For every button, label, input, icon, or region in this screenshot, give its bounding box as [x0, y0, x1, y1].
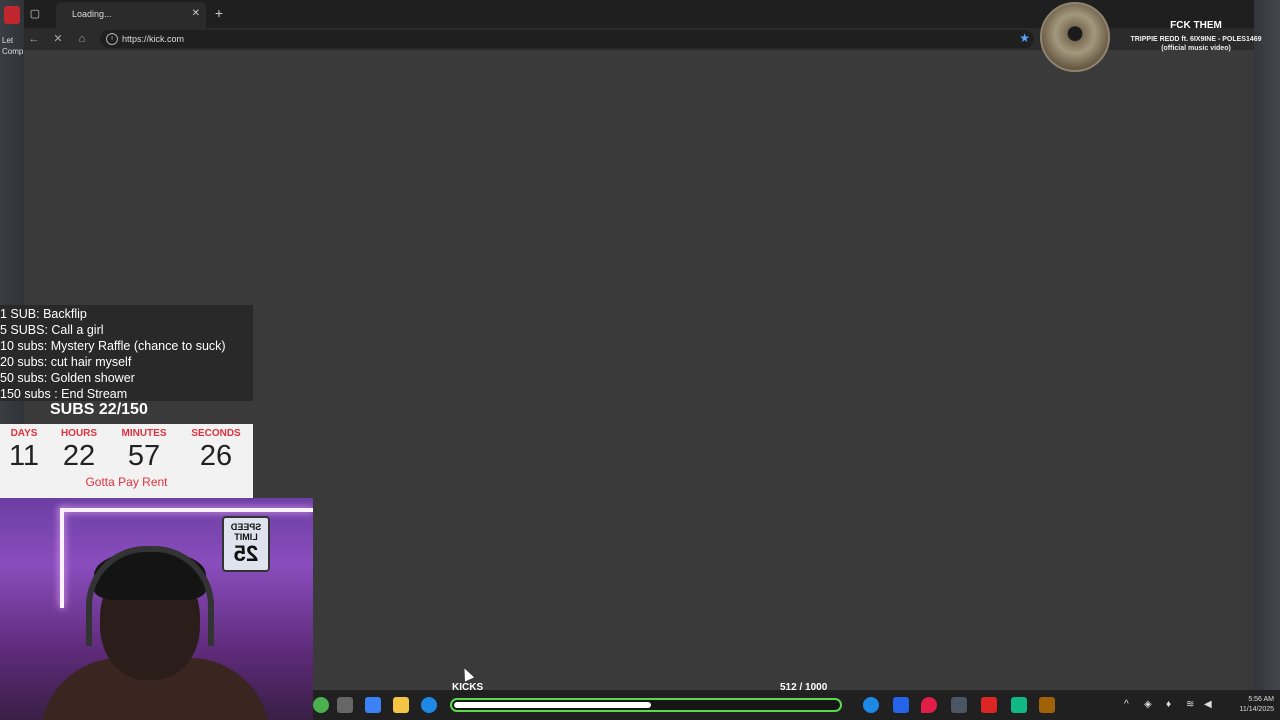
wifi-icon[interactable]: ≋ — [1186, 699, 1194, 710]
kicks-goal-label: KICKS — [452, 682, 484, 693]
sub-goals-list: 1 SUB: Backflip 5 SUBS: Call a girl 10 s… — [0, 305, 253, 401]
app-icon — [4, 6, 20, 24]
app-icon[interactable] — [951, 697, 967, 713]
minutes-value: 57 — [127, 440, 161, 472]
days-label: DAYS — [10, 428, 38, 439]
edge-icon[interactable] — [421, 697, 437, 713]
stop-icon[interactable]: ✕ — [50, 31, 66, 47]
sign-number: 25 — [233, 541, 259, 566]
new-tab-button[interactable]: + — [210, 4, 228, 22]
address-bar[interactable]: i https://kick.com ★ — [100, 30, 1034, 48]
home-icon[interactable]: ⌂ — [74, 31, 90, 47]
countdown-seconds: SECONDS 26 — [185, 428, 247, 472]
tab-loading[interactable]: Loading... ✕ — [56, 2, 206, 28]
app-icon[interactable] — [1011, 697, 1027, 713]
desktop-shortcut-label-2: Comp — [2, 47, 24, 56]
clock-time: 5:56 AM — [1248, 696, 1274, 703]
subs-progress: SUBS 22/150 — [50, 401, 148, 418]
kicks-progress-bar — [450, 698, 842, 712]
now-playing-artist: TRIPPIE REDD ft. 6IX9INE - POLES1469 (of… — [1120, 35, 1272, 53]
countdown-minutes: MINUTES 57 — [113, 428, 175, 472]
clock-date: 11/14/2025 — [1239, 706, 1274, 713]
system-clock[interactable]: 5:56 AM 11/14/2025 — [1222, 695, 1274, 715]
speed-limit-sign: SPEED LIMIT 25 — [222, 516, 270, 572]
file-explorer-icon[interactable] — [393, 697, 409, 713]
wps-icon[interactable] — [981, 697, 997, 713]
sign-text: SPEED LIMIT — [230, 522, 262, 542]
now-playing-title: FCK THEM — [1170, 20, 1222, 31]
countdown-days: DAYS 11 — [0, 428, 55, 472]
seconds-value: 26 — [199, 440, 233, 472]
copilot-icon[interactable] — [365, 697, 381, 713]
volume-icon[interactable]: ◀ — [1204, 699, 1212, 710]
address-text[interactable]: https://kick.com — [122, 34, 184, 44]
tab-actions-icon[interactable]: ▢ — [28, 7, 42, 21]
goal-item: 50 subs: Golden shower — [0, 371, 135, 385]
maps-pin-icon[interactable] — [921, 697, 937, 713]
chrome-browser-icon[interactable] — [863, 697, 879, 713]
task-view-icon[interactable] — [337, 697, 353, 713]
hours-value: 22 — [62, 440, 96, 472]
chevron-up-icon[interactable]: ^ — [1124, 699, 1129, 710]
minutes-label: MINUTES — [121, 428, 167, 439]
countdown-caption: Gotta Pay Rent — [85, 475, 168, 489]
countdown-hours: HOURS 22 — [48, 428, 110, 472]
goal-item: 150 subs : End Stream — [0, 387, 128, 401]
kicks-progress-fill — [454, 702, 651, 708]
network-icon[interactable]: ◈ — [1144, 699, 1152, 710]
desktop-shortcut[interactable]: Let Comp — [0, 0, 24, 60]
chrome-icon[interactable] — [313, 697, 329, 713]
close-icon[interactable]: ✕ — [192, 8, 200, 19]
site-info-icon[interactable]: i — [106, 33, 118, 45]
album-art — [1040, 2, 1110, 72]
seconds-label: SECONDS — [191, 428, 241, 439]
goal-item: 1 SUB: Backflip — [0, 307, 87, 321]
tab-title: Loading... — [72, 9, 112, 19]
webcam-feed: SPEED LIMIT 25 — [0, 498, 313, 720]
microphone-icon[interactable]: ♦ — [1166, 699, 1171, 710]
hours-label: HOURS — [60, 428, 98, 439]
neon-light — [60, 508, 313, 512]
countdown-timer: DAYS 11 HOURS 22 MINUTES 57 SECONDS 26 G… — [0, 424, 253, 498]
kicks-goal-count: 512 / 1000 — [780, 682, 828, 693]
favorite-star-icon[interactable]: ★ — [1019, 31, 1030, 45]
goal-item: 20 subs: cut hair myself — [0, 355, 132, 369]
now-playing-subtitle: (official music video) — [1161, 45, 1231, 52]
neon-light — [60, 508, 64, 608]
back-icon[interactable]: ← — [26, 31, 42, 47]
desktop-shortcut-label-1: Let — [2, 36, 14, 45]
now-playing-widget: FCK THEM TRIPPIE REDD ft. 6IX9INE - POLE… — [1036, 0, 1280, 74]
app-icon[interactable] — [1039, 697, 1055, 713]
now-playing-artist-line: TRIPPIE REDD ft. 6IX9INE - POLES1469 — [1130, 36, 1262, 43]
app-icon[interactable] — [893, 697, 909, 713]
goal-item: 10 subs: Mystery Raffle (chance to suck) — [0, 339, 226, 353]
goal-item: 5 SUBS: Call a girl — [0, 323, 104, 337]
days-value: 11 — [8, 440, 40, 472]
